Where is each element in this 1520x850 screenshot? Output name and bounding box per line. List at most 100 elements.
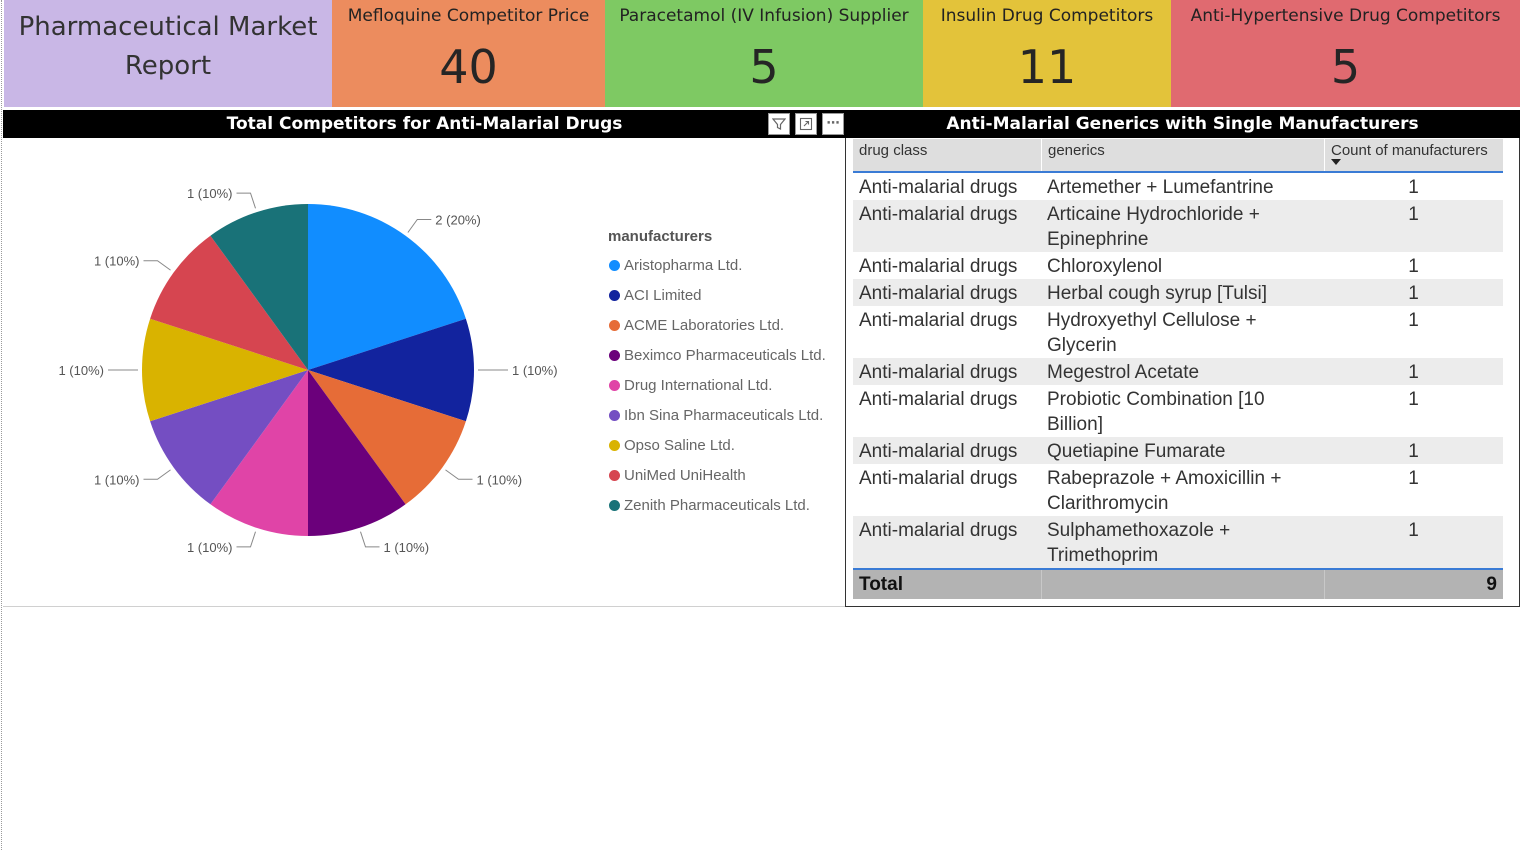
data-label-leader xyxy=(407,219,432,233)
cell-generic: Sulphamethoxazole + Trimethoprim xyxy=(1047,520,1231,566)
table-column-headers: drug class generics Count of manufacture… xyxy=(853,139,1503,173)
data-label-leader xyxy=(236,531,256,548)
legend-label: ACME Laboratories Ltd. xyxy=(624,316,785,334)
column-header-generics[interactable]: generics xyxy=(1041,139,1324,171)
data-label: 2 (20%) xyxy=(435,213,481,228)
report-title-card: Pharmaceutical Market Report xyxy=(4,0,332,107)
pie-chart-title: Total Competitors for Anti-Malarial Drug… xyxy=(226,114,623,134)
kpi-label: Anti-Hypertensive Drug Competitors xyxy=(1190,6,1501,26)
cell-generic: Herbal cough syrup [Tulsi] xyxy=(1047,283,1268,304)
table-row[interactable]: Anti-malarial drugs Hydroxyethyl Cellulos… xyxy=(853,306,1503,358)
legend-item[interactable]: Zenith Pharmaceuticals Ltd. xyxy=(608,490,826,520)
cell-count: 1 xyxy=(1408,204,1419,225)
legend-marker-icon xyxy=(609,289,620,301)
table-row[interactable]: Anti-malarial drugs Herbal cough syrup [T… xyxy=(853,279,1503,306)
table-row[interactable]: Anti-malarial drugs Probiotic Combination… xyxy=(853,385,1503,437)
legend-item[interactable]: ACI Limited xyxy=(608,280,826,310)
total-label: Total xyxy=(859,574,903,595)
data-label-leader xyxy=(143,260,171,271)
table-row[interactable]: Anti-malarial drugs Sulphamethoxazole + T… xyxy=(853,516,1503,568)
cell-generic: Artemether + Lumefantrine xyxy=(1047,177,1274,198)
data-label: 1 (10%) xyxy=(58,363,104,378)
legend-marker-icon xyxy=(609,439,620,451)
legend-marker-icon xyxy=(609,409,620,421)
cell-drug-class: Anti-malarial drugs xyxy=(859,256,1018,277)
table-row[interactable]: Anti-malarial drugs Artemether + Lumefant… xyxy=(853,173,1503,200)
kpi-label: Paracetamol (IV Infusion) Supplier xyxy=(619,6,909,26)
legend-item[interactable]: Ibn Sina Pharmaceuticals Ltd. xyxy=(608,400,826,430)
legend-item[interactable]: Opso Saline Ltd. xyxy=(608,430,826,460)
table-row[interactable]: Anti-malarial drugs Articaine Hydrochlori… xyxy=(853,200,1503,252)
data-label: 1 (10%) xyxy=(384,540,430,555)
data-label: 1 (10%) xyxy=(512,363,558,378)
cell-generic: Probiotic Combination [10 Billion] xyxy=(1047,389,1265,435)
kpi-value: 11 xyxy=(1017,40,1077,94)
table-row[interactable]: Anti-malarial drugs Rabeprazole + Amoxici… xyxy=(853,464,1503,516)
filter-icon[interactable] xyxy=(768,113,790,135)
legend-label: Drug International Ltd. xyxy=(624,376,773,394)
legend-item[interactable]: Drug International Ltd. xyxy=(608,370,826,400)
cell-drug-class: Anti-malarial drugs xyxy=(859,177,1018,198)
cell-count: 1 xyxy=(1408,310,1419,331)
kpi-card-antihypertensive[interactable]: Anti-Hypertensive Drug Competitors 5 xyxy=(1171,0,1520,107)
pie-chart-header: Total Competitors for Anti-Malarial Drug… xyxy=(3,110,846,138)
cell-count: 1 xyxy=(1408,389,1419,410)
cell-generic: Rabeprazole + Amoxicillin + Clarithromyc… xyxy=(1047,468,1282,514)
data-label: 1 (10%) xyxy=(187,186,233,201)
legend-label: Beximco Pharmaceuticals Ltd. xyxy=(624,346,826,364)
cell-generic: Hydroxyethyl Cellulose + Glycerin xyxy=(1047,310,1257,356)
kpi-label: Insulin Drug Competitors xyxy=(940,6,1154,26)
cell-drug-class: Anti-malarial drugs xyxy=(859,441,1018,462)
legend-label: Opso Saline Ltd. xyxy=(624,436,735,454)
pie-chart[interactable]: 2 (20%) 1 (10%) 1 (10%) 1 (10%) 1 (10%) 1 (10… xyxy=(3,138,603,603)
data-label-leader xyxy=(236,192,256,209)
pie-chart-visual[interactable]: Total Competitors for Anti-Malarial Drug… xyxy=(3,110,846,607)
more-options-icon[interactable]: ⋯ xyxy=(822,113,844,135)
kpi-label: Mefloquine Competitor Price xyxy=(347,6,590,26)
legend-marker-icon xyxy=(609,349,620,361)
legend-label: ACI Limited xyxy=(624,286,702,304)
cell-count: 1 xyxy=(1408,520,1419,541)
data-label-leader xyxy=(360,531,380,548)
table-row[interactable]: Anti-malarial drugs Megestrol Acetate 1 xyxy=(853,358,1503,385)
legend-item[interactable]: ACME Laboratories Ltd. xyxy=(608,310,826,340)
cell-generic: Quetiapine Fumarate xyxy=(1047,441,1226,462)
data-label: 1 (10%) xyxy=(94,254,140,269)
sort-descending-icon[interactable] xyxy=(1331,159,1341,165)
cell-drug-class: Anti-malarial drugs xyxy=(859,362,1018,383)
legend-label: Ibn Sina Pharmaceuticals Ltd. xyxy=(624,406,824,424)
data-label: 1 (10%) xyxy=(187,540,233,555)
table-header-bar: Anti-Malarial Generics with Single Manuf… xyxy=(845,110,1520,138)
table-total-row: Total 9 xyxy=(853,568,1503,599)
generics-table: drug class generics Count of manufacture… xyxy=(853,139,1503,599)
legend-label: UniMed UniHealth xyxy=(624,466,746,484)
total-spacer xyxy=(1041,570,1324,599)
legend-marker-icon xyxy=(609,469,620,481)
kpi-card-insulin[interactable]: Insulin Drug Competitors 11 xyxy=(923,0,1171,107)
table-visual[interactable]: Anti-Malarial Generics with Single Manuf… xyxy=(845,110,1520,607)
kpi-value: 5 xyxy=(1330,40,1361,94)
cell-drug-class: Anti-malarial drugs xyxy=(859,204,1018,225)
legend-title: manufacturers xyxy=(608,228,713,245)
legend-marker-icon xyxy=(609,499,620,511)
table-row[interactable]: Anti-malarial drugs Chloroxylenol 1 xyxy=(853,252,1503,279)
cell-generic: Megestrol Acetate xyxy=(1047,362,1200,383)
kpi-card-paracetamol[interactable]: Paracetamol (IV Infusion) Supplier 5 xyxy=(605,0,923,107)
cell-drug-class: Anti-malarial drugs xyxy=(859,520,1018,541)
cell-count: 1 xyxy=(1408,468,1419,489)
kpi-card-mefloquine[interactable]: Mefloquine Competitor Price 40 xyxy=(332,0,605,107)
focus-mode-icon[interactable] xyxy=(795,113,817,135)
cell-count: 1 xyxy=(1408,256,1419,277)
cell-generic: Chloroxylenol xyxy=(1047,256,1163,277)
table-row[interactable]: Anti-malarial drugs Quetiapine Fumarate 1 xyxy=(853,437,1503,464)
table-body: Anti-malarial drugs Artemether + Lumefant… xyxy=(853,173,1503,568)
data-label-leader xyxy=(143,469,171,480)
legend-label: Zenith Pharmaceuticals Ltd. xyxy=(624,496,810,514)
legend-item[interactable]: Aristopharma Ltd. xyxy=(608,250,826,280)
legend-marker-icon xyxy=(609,319,620,331)
column-header-count[interactable]: Count of manufacturers xyxy=(1324,139,1503,171)
cell-count: 1 xyxy=(1408,177,1419,198)
column-header-drug-class[interactable]: drug class xyxy=(853,139,1041,171)
legend-item[interactable]: Beximco Pharmaceuticals Ltd. xyxy=(608,340,826,370)
legend-item[interactable]: UniMed UniHealth xyxy=(608,460,826,490)
